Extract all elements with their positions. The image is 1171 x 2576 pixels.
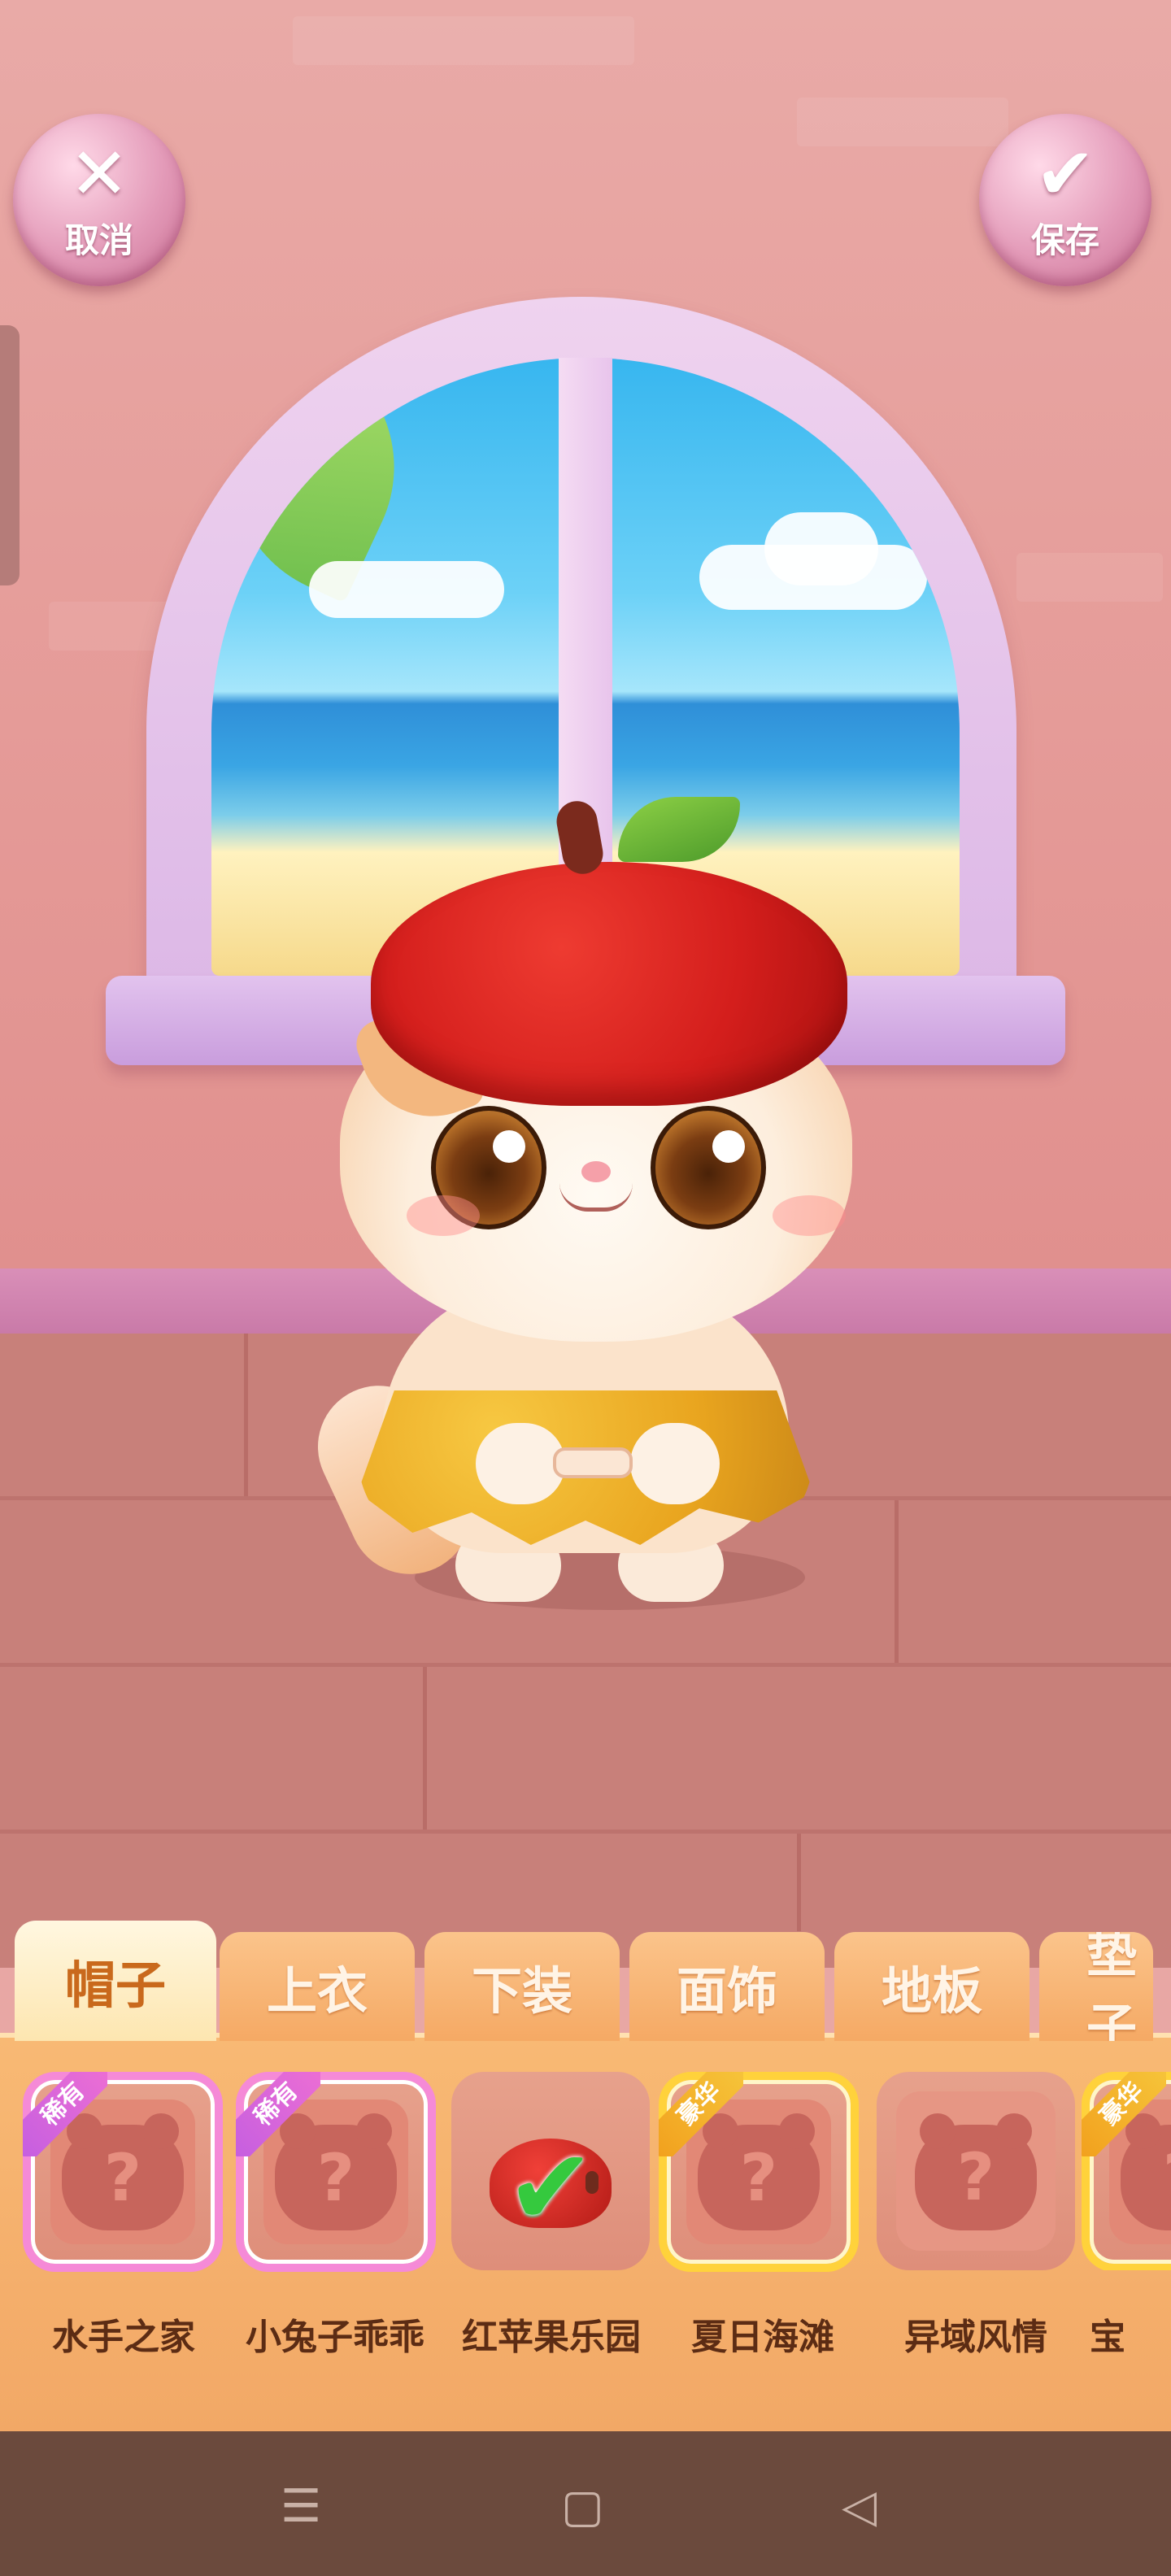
item-card[interactable]: ? 豪华 xyxy=(659,2072,859,2272)
deluxe-badge: 豪华 xyxy=(659,2072,743,2156)
item-card-inner: ? xyxy=(896,2091,1056,2251)
back-icon[interactable]: ◁ xyxy=(842,2484,877,2530)
item-card[interactable]: ? 稀有 xyxy=(23,2072,223,2272)
cloud xyxy=(764,512,878,585)
close-icon: ✕ xyxy=(69,131,129,215)
deluxe-badge-text: 豪华 xyxy=(1082,2072,1166,2156)
floor-seam xyxy=(423,1667,427,1830)
home-icon[interactable]: ▢ xyxy=(561,2484,604,2530)
item-label: 小兔子乖乖 xyxy=(246,2317,424,2358)
rarity-badge-text: 稀有 xyxy=(23,2072,107,2156)
eye-highlight xyxy=(493,1130,525,1163)
rarity-badge: 稀有 xyxy=(23,2072,107,2156)
deluxe-badge: 豪华 xyxy=(1082,2072,1166,2156)
cat-cheek xyxy=(407,1195,480,1236)
cat-paw xyxy=(476,1423,565,1504)
floor-seam xyxy=(244,1334,248,1496)
cat-nose xyxy=(581,1161,611,1182)
cat-eye xyxy=(651,1106,766,1229)
cloud xyxy=(309,561,504,618)
item-card[interactable]: ? 稀有 xyxy=(236,2072,436,2272)
bone-icon xyxy=(553,1447,633,1478)
item-card-partial-clip: ? 豪华 xyxy=(1082,2072,1171,2270)
apple-hat xyxy=(371,862,847,1106)
tab-top[interactable]: 上衣 xyxy=(220,1932,415,2041)
rarity-badge-text: 稀有 xyxy=(236,2072,320,2156)
menu-icon[interactable]: ☰ xyxy=(281,2484,321,2530)
cancel-label: 取消 xyxy=(64,220,133,260)
cat-paw xyxy=(630,1423,720,1504)
item-card-selected[interactable]: ✔ xyxy=(451,2072,650,2270)
rarity-badge: 稀有 xyxy=(236,2072,320,2156)
tab-cushion[interactable]: 垫子 xyxy=(1039,1932,1153,2041)
floor-seam xyxy=(797,1834,801,1931)
floor-seam xyxy=(895,1500,899,1663)
cancel-button[interactable]: ✕ 取消 xyxy=(13,114,185,286)
item-label: 水手之家 xyxy=(52,2317,195,2358)
tab-floor[interactable]: 地板 xyxy=(834,1932,1030,2041)
save-label: 保存 xyxy=(1030,220,1099,260)
item-label: 红苹果乐园 xyxy=(462,2317,641,2358)
eye-highlight xyxy=(712,1130,745,1163)
save-button[interactable]: ✔ 保存 xyxy=(979,114,1151,286)
tab-bottom[interactable]: 下装 xyxy=(424,1932,620,2041)
tab-hat[interactable]: 帽子 xyxy=(15,1921,216,2041)
tab-face[interactable]: 面饰 xyxy=(629,1932,825,2041)
item-label: 异域风情 xyxy=(904,2317,1047,2358)
wall-brick xyxy=(293,16,634,65)
cat-silhouette-question-icon: ? xyxy=(915,2113,1037,2230)
cat-cheek xyxy=(773,1195,846,1236)
side-drawer-handle[interactable] xyxy=(0,325,20,585)
item-label: 夏日海滩 xyxy=(691,2317,834,2358)
item-label: 宝 xyxy=(1090,2317,1125,2358)
wall-brick xyxy=(1016,553,1163,602)
check-icon: ✔ xyxy=(1035,131,1095,215)
item-card[interactable]: ? xyxy=(877,2072,1075,2270)
wall-brick xyxy=(797,98,1008,146)
selected-check-icon: ✔ xyxy=(506,2125,595,2249)
item-card[interactable]: ? 豪华 xyxy=(1082,2072,1171,2270)
deluxe-badge-text: 豪华 xyxy=(659,2072,743,2156)
